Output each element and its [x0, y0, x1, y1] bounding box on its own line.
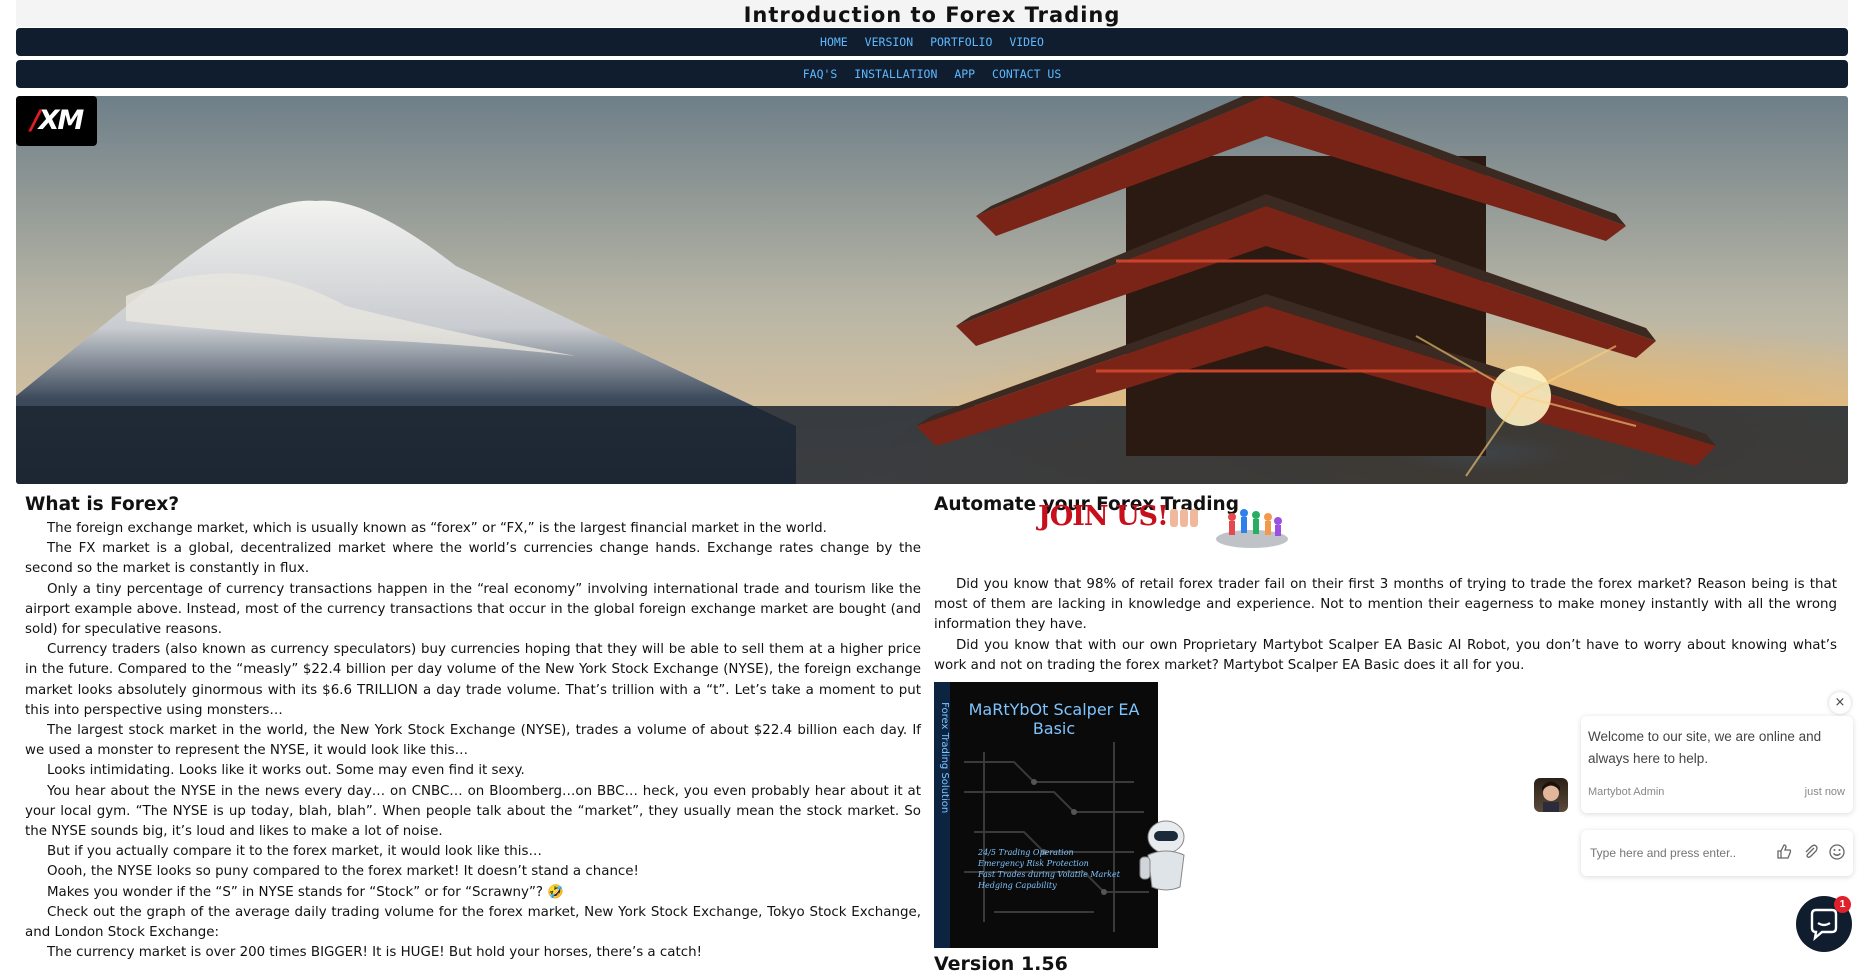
product-box-image[interactable]: Forex Trading Solution MaRtYbOt Scalper …: [934, 682, 1224, 949]
chat-timestamp: just now: [1804, 786, 1845, 798]
paragraph: Did you know that with our own Proprieta…: [934, 637, 1837, 673]
chat-welcome-bubble: Welcome to our site, we are online and a…: [1581, 716, 1853, 813]
nav-version[interactable]: VERSION: [865, 28, 913, 56]
chat-close-button[interactable]: ×: [1829, 692, 1851, 714]
paragraph: But if you actually compare it to the fo…: [47, 844, 542, 860]
paragraph: Currency traders (also known as currency…: [25, 642, 921, 718]
chat-input-bar: [1581, 830, 1853, 876]
paragraph: You hear about the NYSE in the news ever…: [25, 783, 921, 840]
paragraph: Oooh, the NYSE looks so puny compared to…: [47, 864, 639, 880]
chat-input[interactable]: [1588, 840, 1752, 866]
hero-landscape-pagoda: [16, 96, 1848, 484]
thumbs-up-icon[interactable]: [1775, 843, 1793, 861]
avatar: [1534, 778, 1568, 812]
paragraph: The foreign exchange market, which is us…: [47, 521, 827, 536]
paragraph: The FX market is a global, decentralized…: [25, 541, 921, 577]
primary-nav: HOME VERSION PORTFOLIO VIDEO: [16, 28, 1848, 56]
version-label: Version 1.56: [934, 953, 1068, 975]
circuit-pattern: [964, 742, 1149, 933]
paragraph: Makes you wonder if the “S” in NYSE stan…: [47, 884, 564, 900]
robot-icon: [1139, 820, 1185, 891]
paragraph: Looks intimidating. Looks like it works …: [47, 763, 525, 779]
paragraph: Only a tiny percentage of currency trans…: [25, 581, 921, 638]
hero-image: [16, 96, 1848, 484]
product-features: 24/5 Trading Operation Emergency Risk Pr…: [978, 848, 1120, 891]
paragraph: The currency market is over 200 times BI…: [47, 945, 702, 961]
secondary-nav: FAQ'S INSTALLATION APP CONTACT US: [16, 60, 1848, 88]
paragraph: Check out the graph of the average daily…: [25, 904, 921, 941]
emoji-icon[interactable]: [1828, 843, 1846, 861]
product-box: Forex Trading Solution MaRtYbOt Scalper …: [934, 682, 1158, 949]
join-us-banner[interactable]: JOIN US!: [934, 503, 1837, 575]
xm-logo[interactable]: /XM: [16, 96, 97, 146]
nav-contact-us[interactable]: CONTACT US: [992, 60, 1061, 88]
nav-home[interactable]: HOME: [820, 28, 848, 56]
nav-portfolio[interactable]: PORTFOLIO: [930, 28, 992, 56]
nav-faqs[interactable]: FAQ'S: [803, 60, 838, 88]
paragraph: The largest stock market in the world, t…: [25, 723, 921, 759]
join-us-image[interactable]: JOIN US!: [1038, 503, 1198, 530]
nav-video[interactable]: VIDEO: [1009, 28, 1044, 56]
what-is-forex-section: What is Forex? The foreign exchange mark…: [25, 493, 921, 963]
chat-agent-name: Martybot Admin: [1588, 786, 1665, 798]
nav-installation[interactable]: INSTALLATION: [854, 60, 937, 88]
section-heading: What is Forex?: [25, 494, 180, 515]
nav-app[interactable]: APP: [954, 60, 975, 88]
paperclip-icon[interactable]: [1802, 843, 1820, 861]
people-group-icon: [1216, 509, 1288, 548]
paragraph: Did you know that 98% of retail forex tr…: [934, 577, 1837, 633]
unread-badge: 1: [1834, 896, 1851, 913]
chat-message: Welcome to our site, we are online and a…: [1588, 729, 1822, 766]
page-title: Introduction to Forex Trading: [16, 0, 1848, 27]
